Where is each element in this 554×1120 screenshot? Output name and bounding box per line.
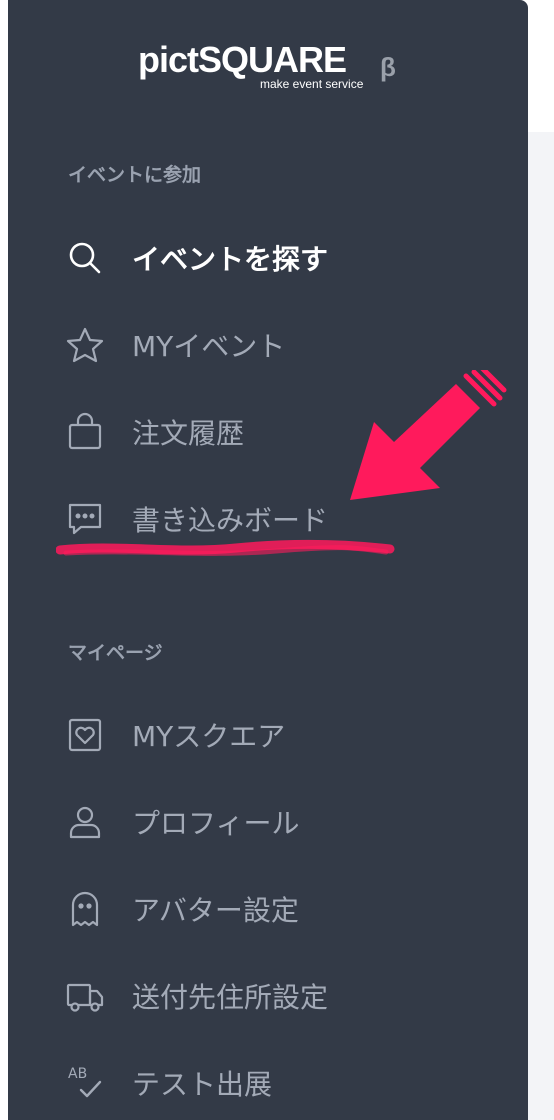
heart-square-icon: [58, 708, 112, 762]
logo-wordmark: pictSQUARE: [138, 39, 347, 80]
user-icon: [58, 795, 112, 849]
ab-check-icon: AB: [58, 1056, 112, 1110]
truck-icon: [58, 969, 112, 1023]
sidebar-item-label: MYイベント: [132, 330, 286, 363]
sidebar-item-label: テスト出展: [132, 1068, 273, 1101]
logo-beta-mark: β: [380, 52, 396, 82]
sidebar-item-profile[interactable]: プロフィール: [58, 792, 478, 852]
sidebar-item-label: 書き込みボード: [132, 504, 329, 537]
sidebar-item-label: 注文履歴: [132, 417, 245, 450]
logo[interactable]: pictSQUARE β make event service: [138, 39, 396, 92]
page: pictSQUARE β make event service イベントに参加 …: [0, 0, 554, 1120]
section-heading-join: イベントに参加: [68, 164, 202, 186]
sidebar-item-my-square[interactable]: MYスクエア: [58, 705, 478, 765]
sidebar-item-avatar-settings[interactable]: アバター設定: [58, 879, 478, 939]
sidebar-item-shipping-address[interactable]: 送付先住所設定: [58, 966, 478, 1026]
sidebar-item-label: MYスクエア: [132, 720, 286, 753]
sidebar-item-label: プロフィール: [132, 807, 300, 840]
sidebar-item-label: イベントを探す: [132, 243, 329, 276]
ghost-icon: [58, 882, 112, 936]
sidebar-item-label: 送付先住所設定: [132, 981, 329, 1014]
ab-icon-text: AB: [68, 1066, 87, 1082]
star-icon: [58, 318, 112, 372]
sidebar-item-label: アバター設定: [132, 894, 299, 927]
search-icon: [58, 231, 112, 285]
section-heading-mypage: マイページ: [68, 642, 163, 664]
main-content-area: [528, 132, 554, 1120]
sidebar-item-test-exhibit[interactable]: AB テスト出展: [58, 1053, 478, 1113]
shopping-bag-icon: [58, 405, 112, 459]
annotation-arrow: [350, 370, 507, 500]
sidebar: pictSQUARE β make event service イベントに参加 …: [8, 0, 528, 1120]
logo-tagline: make event service: [260, 77, 364, 91]
sidebar-item-my-events[interactable]: MYイベント: [58, 315, 478, 375]
sidebar-item-find-events[interactable]: イベントを探す: [58, 228, 478, 288]
top-header-area: [528, 0, 554, 132]
annotation-underline: [56, 539, 395, 556]
